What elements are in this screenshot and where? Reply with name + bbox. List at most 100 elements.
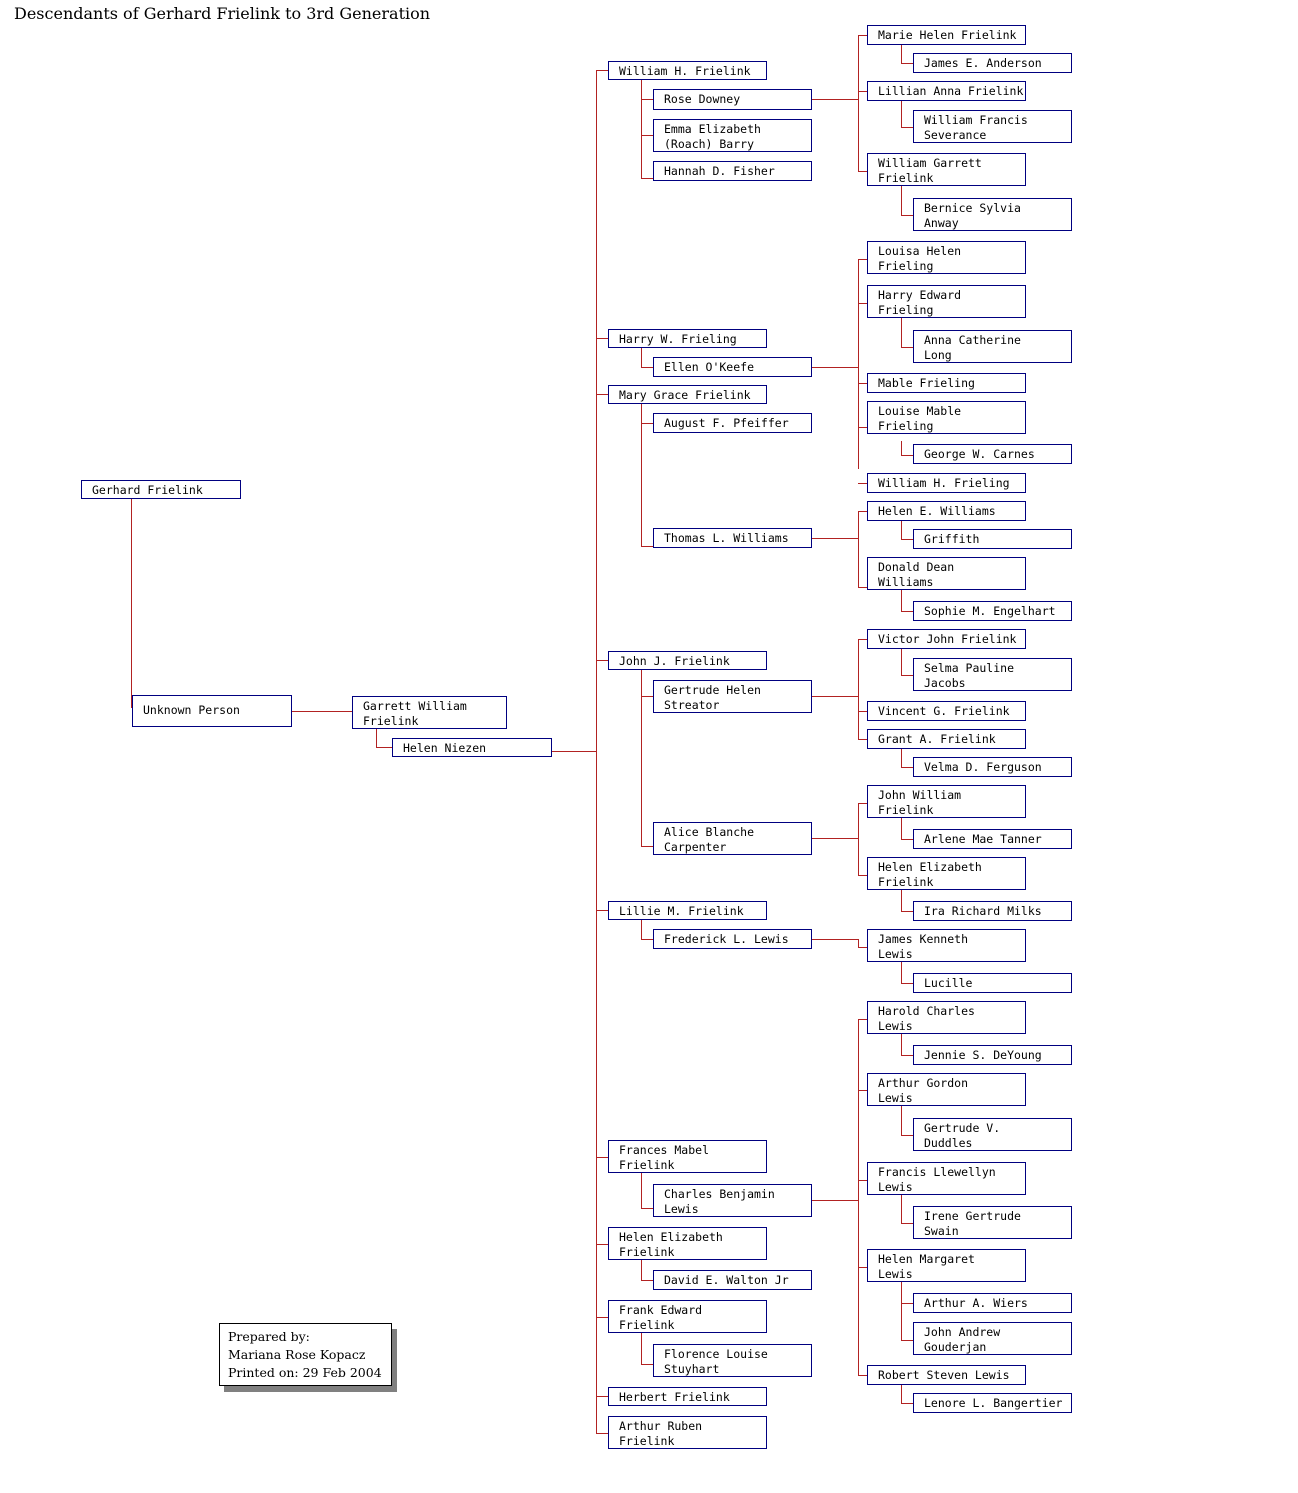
spouse-box-hannah-d-fisher[interactable]: Hannah D. Fisher xyxy=(653,161,812,181)
person-box-mable-frieling[interactable]: Mable Frieling xyxy=(867,373,1026,393)
family-tree-canvas: Descendants of Gerhard Frielink to 3rd G… xyxy=(0,0,1298,1493)
spouse-box-alice-blanche-carpenter[interactable]: Alice Blanche Carpenter xyxy=(653,822,812,855)
spouse-box-florence-louise-stuyhart[interactable]: Florence Louise Stuyhart xyxy=(653,1344,812,1377)
spouse-box-august-f-pfeiffer[interactable]: August F. Pfeiffer xyxy=(653,413,812,433)
spouse-box-frederick-l-lewis[interactable]: Frederick L. Lewis xyxy=(653,929,812,949)
connector xyxy=(641,939,653,940)
person-box-arthur-gordon-lewis[interactable]: Arthur Gordon Lewis xyxy=(867,1073,1026,1106)
spouse-box-sophie-m-engelhart[interactable]: Sophie M. Engelhart xyxy=(913,601,1072,621)
spouse-box-rose-downey[interactable]: Rose Downey xyxy=(653,89,812,110)
spouse-box-david-e-walton-jr[interactable]: David E. Walton Jr xyxy=(653,1270,812,1290)
connector xyxy=(901,749,902,767)
connector xyxy=(901,767,913,768)
connector xyxy=(641,178,653,179)
spouse-box-emma-elizabeth-roach-barry[interactable]: Emma Elizabeth (Roach) Barry xyxy=(653,119,812,152)
connector xyxy=(901,441,902,455)
prepared-by-card: Prepared by: Mariana Rose Kopacz Printed… xyxy=(219,1323,392,1386)
connector xyxy=(858,939,859,947)
connector xyxy=(858,1090,867,1091)
spouse-box-thomas-l-williams[interactable]: Thomas L. Williams xyxy=(653,528,812,548)
connector xyxy=(901,961,902,983)
spouse-box-griffith[interactable]: Griffith xyxy=(913,529,1072,549)
person-box-helen-elizabeth-frielink-gen3[interactable]: Helen Elizabeth Frielink xyxy=(867,857,1026,890)
person-box-helen-niezen[interactable]: Helen Niezen xyxy=(392,738,552,757)
spouse-box-selma-pauline-jacobs[interactable]: Selma Pauline Jacobs xyxy=(913,658,1072,691)
person-box-frank-edward-frielink[interactable]: Frank Edward Frielink xyxy=(608,1300,767,1333)
person-box-james-kenneth-lewis[interactable]: James Kenneth Lewis xyxy=(867,929,1026,962)
person-box-louise-mable-frieling[interactable]: Louise Mable Frieling xyxy=(867,401,1026,434)
connector xyxy=(376,728,377,747)
spouse-box-lenore-l-bangertier[interactable]: Lenore L. Bangertier xyxy=(913,1393,1072,1413)
spouse-box-john-andrew-gouderjan[interactable]: John Andrew Gouderjan xyxy=(913,1322,1072,1355)
connector xyxy=(552,751,596,752)
person-box-grant-a-frielink[interactable]: Grant A. Frielink xyxy=(867,729,1026,749)
spouse-box-anna-catherine-long[interactable]: Anna Catherine Long xyxy=(913,330,1072,363)
connector xyxy=(641,1208,653,1209)
person-box-john-william-frielink[interactable]: John William Frielink xyxy=(867,785,1026,818)
connector xyxy=(641,80,642,178)
spouse-box-irene-gertrude-swain[interactable]: Irene Gertrude Swain xyxy=(913,1206,1072,1239)
connector xyxy=(641,367,653,368)
connector xyxy=(596,910,608,911)
spouse-box-gertrude-helen-streator[interactable]: Gertrude Helen Streator xyxy=(653,680,812,713)
person-box-marie-helen-frielink[interactable]: Marie Helen Frielink xyxy=(867,25,1026,45)
connector xyxy=(596,1317,608,1318)
connector xyxy=(901,1403,913,1404)
spouse-box-ellen-okeefe[interactable]: Ellen O'Keefe xyxy=(653,357,812,377)
connector xyxy=(858,1019,867,1020)
person-box-mary-grace-frielink[interactable]: Mary Grace Frielink xyxy=(608,385,767,404)
spouse-box-james-e-anderson[interactable]: James E. Anderson xyxy=(913,53,1072,73)
connector xyxy=(641,1280,653,1281)
person-box-donald-dean-williams[interactable]: Donald Dean Williams xyxy=(867,557,1026,590)
connector xyxy=(858,259,859,469)
connector xyxy=(901,63,913,64)
spouse-box-william-francis-severance[interactable]: William Francis Severance xyxy=(913,110,1072,143)
spouse-box-arthur-a-wiers[interactable]: Arthur A. Wiers xyxy=(913,1293,1072,1313)
person-box-frances-mabel-frielink[interactable]: Frances Mabel Frielink xyxy=(608,1140,767,1173)
person-box-harold-charles-lewis[interactable]: Harold Charles Lewis xyxy=(867,1001,1026,1034)
person-box-garrett-william-frielink[interactable]: Garrett William Frielink xyxy=(352,696,507,729)
connector xyxy=(901,1105,902,1135)
connector xyxy=(901,1055,913,1056)
spouse-box-lucille[interactable]: Lucille xyxy=(913,973,1072,993)
connector xyxy=(858,303,867,304)
person-box-unknown-person[interactable]: Unknown Person xyxy=(132,695,292,727)
spouse-box-ira-richard-milks[interactable]: Ira Richard Milks xyxy=(913,901,1072,921)
spouse-box-velma-d-ferguson[interactable]: Velma D. Ferguson xyxy=(913,757,1072,777)
spouse-box-gertrude-v-duddles[interactable]: Gertrude V. Duddles xyxy=(913,1118,1072,1151)
person-box-lillie-m-frielink[interactable]: Lillie M. Frielink xyxy=(608,901,767,920)
person-box-victor-john-frielink[interactable]: Victor John Frielink xyxy=(867,629,1026,649)
spouse-box-george-w-carnes[interactable]: George W. Carnes xyxy=(913,444,1072,464)
connector xyxy=(641,1168,642,1208)
person-box-francis-llewellyn-lewis[interactable]: Francis Llewellyn Lewis xyxy=(867,1162,1026,1195)
person-box-harry-w-frieling[interactable]: Harry W. Frieling xyxy=(608,329,767,348)
person-box-john-j-frielink[interactable]: John J. Frielink xyxy=(608,651,767,670)
person-box-herbert-frielink[interactable]: Herbert Frielink xyxy=(608,1387,767,1406)
page-title: Descendants of Gerhard Frielink to 3rd G… xyxy=(14,4,431,23)
connector xyxy=(641,99,653,100)
person-box-gerhard-frielink[interactable]: Gerhard Frielink xyxy=(81,480,241,499)
connector xyxy=(596,70,608,71)
person-box-helen-e-williams[interactable]: Helen E. Williams xyxy=(867,501,1026,521)
person-box-arthur-ruben-frielink[interactable]: Arthur Ruben Frielink xyxy=(608,1416,767,1449)
person-box-vincent-g-frielink[interactable]: Vincent G. Frielink xyxy=(867,701,1026,721)
person-box-helen-elizabeth-frielink[interactable]: Helen Elizabeth Frielink xyxy=(608,1227,767,1260)
person-box-william-h-frieling[interactable]: William H. Frieling xyxy=(867,473,1026,493)
connector xyxy=(901,539,913,540)
connector xyxy=(901,521,902,539)
spouse-box-arlene-mae-tanner[interactable]: Arlene Mae Tanner xyxy=(913,829,1072,849)
person-box-harry-edward-frieling[interactable]: Harry Edward Frieling xyxy=(867,285,1026,318)
connector xyxy=(596,338,608,339)
spouse-box-charles-benjamin-lewis[interactable]: Charles Benjamin Lewis xyxy=(653,1184,812,1217)
person-box-helen-margaret-lewis[interactable]: Helen Margaret Lewis xyxy=(867,1249,1026,1282)
spouse-box-jennie-s-deyoung[interactable]: Jennie S. DeYoung xyxy=(913,1045,1072,1065)
connector xyxy=(901,889,902,911)
person-box-william-h-frielink[interactable]: William H. Frielink xyxy=(608,61,767,80)
person-box-robert-steven-lewis[interactable]: Robert Steven Lewis xyxy=(867,1365,1026,1385)
person-box-louisa-helen-frieling[interactable]: Louisa Helen Frieling xyxy=(867,241,1026,274)
person-box-lillian-anna-frielink[interactable]: Lillian Anna Frielink xyxy=(867,81,1026,101)
spouse-box-bernice-sylvia-anway[interactable]: Bernice Sylvia Anway xyxy=(913,198,1072,231)
person-box-william-garrett-frielink[interactable]: William Garrett Frielink xyxy=(867,153,1026,186)
connector xyxy=(901,45,902,63)
connector xyxy=(858,639,867,640)
